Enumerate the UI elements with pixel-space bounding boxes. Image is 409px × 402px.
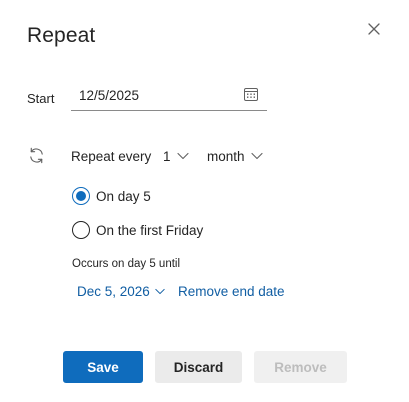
start-date-value: 12/5/2025 bbox=[79, 88, 140, 103]
unit-dropdown[interactable]: month bbox=[207, 145, 263, 167]
chevron-down-icon bbox=[176, 152, 189, 160]
chevron-down-icon bbox=[155, 288, 165, 295]
calendar-icon[interactable] bbox=[243, 86, 259, 102]
on-day-radio[interactable] bbox=[72, 187, 90, 205]
dialog-title: Repeat bbox=[27, 24, 96, 47]
start-date-field[interactable]: 12/5/2025 bbox=[71, 83, 267, 111]
end-date-value: Dec 5, 2026 bbox=[77, 284, 150, 299]
interval-dropdown[interactable]: 1 bbox=[163, 145, 189, 167]
start-label: Start bbox=[27, 91, 55, 106]
interval-value: 1 bbox=[163, 148, 171, 164]
end-date-dropdown[interactable]: Dec 5, 2026 bbox=[77, 284, 165, 299]
save-button[interactable]: Save bbox=[63, 351, 143, 383]
first-weekday-label: On the first Friday bbox=[96, 222, 204, 238]
remove-end-date-link[interactable]: Remove end date bbox=[178, 284, 285, 299]
on-day-option[interactable]: On day 5 bbox=[72, 187, 151, 205]
discard-button[interactable]: Discard bbox=[155, 351, 242, 383]
chevron-down-icon bbox=[250, 152, 263, 160]
first-weekday-radio[interactable] bbox=[72, 221, 90, 239]
repeat-icon bbox=[30, 147, 43, 164]
close-icon bbox=[368, 23, 380, 35]
unit-value: month bbox=[207, 148, 245, 164]
close-button[interactable] bbox=[363, 18, 385, 40]
remove-button: Remove bbox=[254, 351, 347, 383]
repeat-dialog: Repeat Start 12/5/2025 Repeat every 1 mo… bbox=[0, 0, 409, 402]
first-weekday-option[interactable]: On the first Friday bbox=[72, 221, 203, 239]
occurs-until-text: Occurs on day 5 until bbox=[72, 258, 181, 270]
repeat-every-label: Repeat every bbox=[71, 149, 152, 164]
on-day-label: On day 5 bbox=[96, 188, 151, 204]
